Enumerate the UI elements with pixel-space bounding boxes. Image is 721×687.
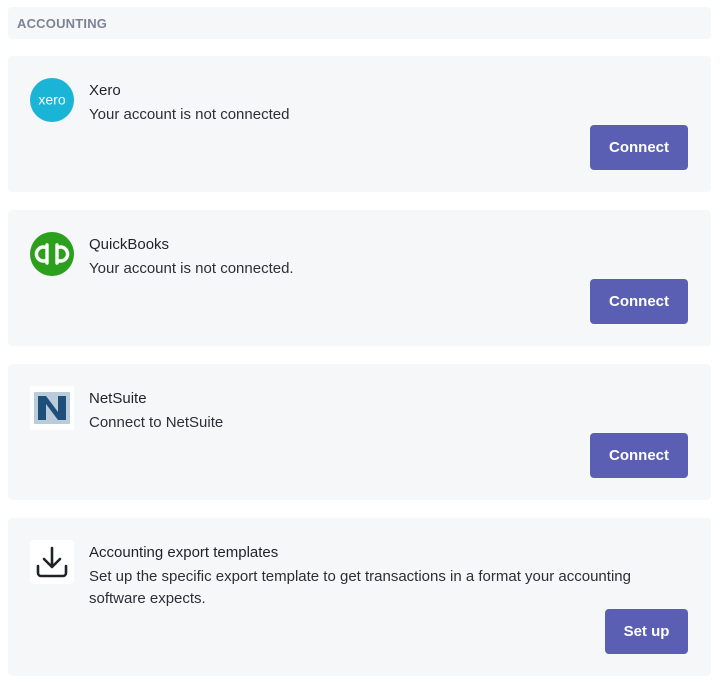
svg-text:xero: xero bbox=[38, 92, 65, 108]
netsuite-logo-icon bbox=[30, 386, 74, 430]
quickbooks-logo-icon bbox=[30, 232, 74, 276]
integration-card-export-templates: Accounting export templates Set up the s… bbox=[8, 518, 711, 676]
integration-card-xero: xero Xero Your account is not connected … bbox=[8, 56, 711, 192]
integration-status: Your account is not connected. bbox=[89, 260, 294, 277]
integration-card-netsuite: NetSuite Connect to NetSuite Connect bbox=[8, 364, 711, 500]
xero-logo-icon: xero bbox=[30, 78, 74, 122]
integration-description: Set up the specific export template to g… bbox=[89, 568, 631, 607]
section-header-accounting: ACCOUNTING bbox=[8, 7, 711, 39]
integration-title: QuickBooks bbox=[89, 236, 170, 253]
integration-title: Accounting export templates bbox=[89, 544, 279, 561]
netsuite-connect-button[interactable]: Connect bbox=[590, 433, 688, 478]
integration-card-quickbooks: QuickBooks Your account is not connected… bbox=[8, 210, 711, 346]
section-title: ACCOUNTING bbox=[17, 15, 108, 31]
xero-connect-button[interactable]: Connect bbox=[590, 125, 688, 170]
integration-title: Xero bbox=[89, 82, 121, 99]
integration-status: Connect to NetSuite bbox=[89, 414, 224, 431]
integration-status: Your account is not connected bbox=[89, 106, 290, 123]
integration-title: NetSuite bbox=[89, 390, 147, 407]
export-templates-setup-button[interactable]: Set up bbox=[605, 609, 688, 654]
download-icon bbox=[30, 540, 74, 584]
quickbooks-connect-button[interactable]: Connect bbox=[590, 279, 688, 324]
